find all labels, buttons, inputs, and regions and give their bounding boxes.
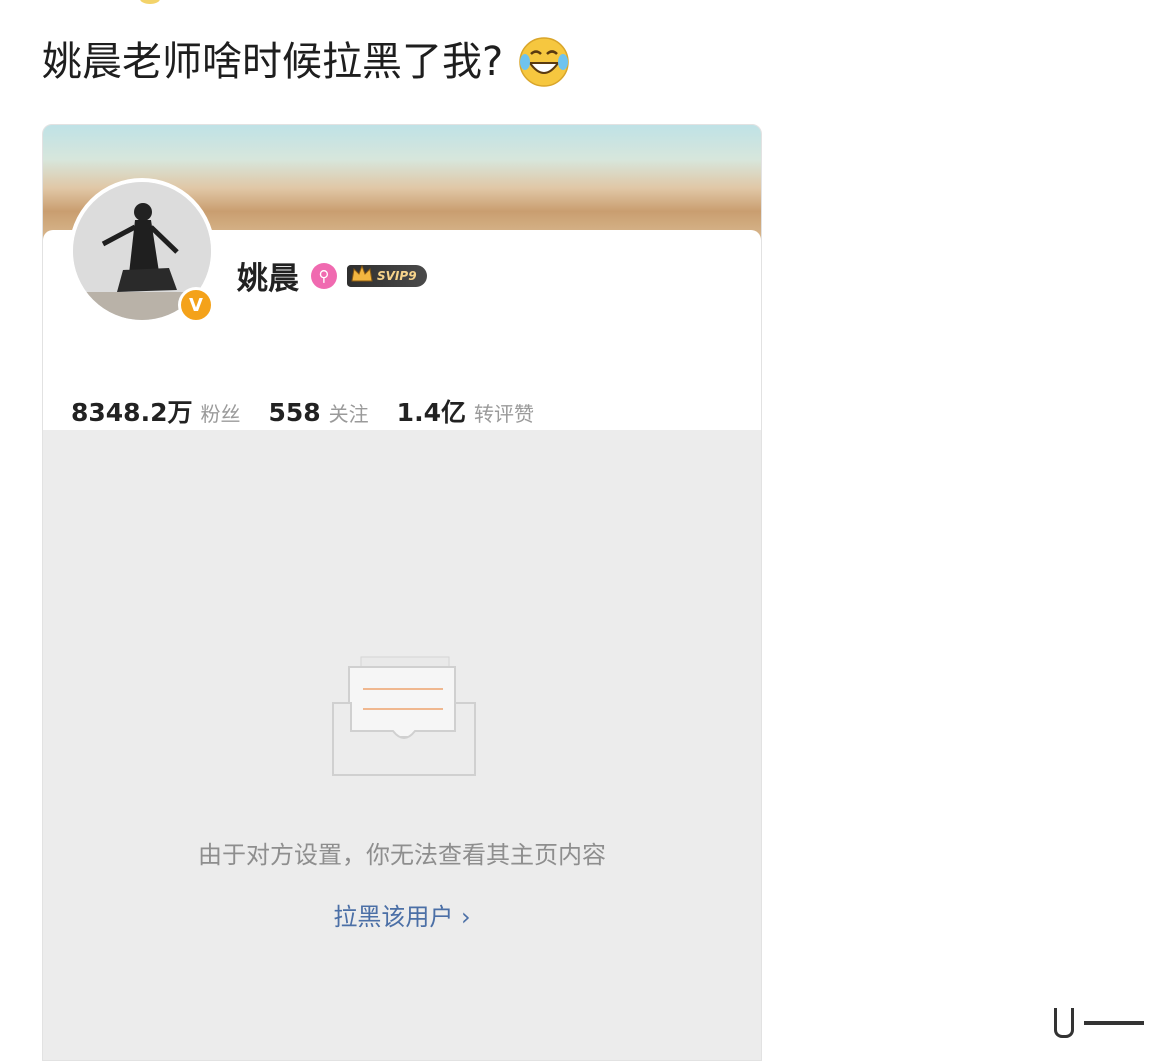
followers-count[interactable]: 8348.2万: [71, 393, 192, 429]
laughing-tears-icon: [519, 37, 569, 87]
following-count[interactable]: 558: [268, 398, 320, 427]
watermark-bar: [1084, 1021, 1144, 1025]
crown-icon: [351, 264, 373, 281]
block-user-link[interactable]: 拉黑该用户 ›: [43, 897, 761, 932]
blocked-message: 由于对方设置，你无法查看其主页内容: [198, 841, 606, 869]
followers-label[interactable]: 粉丝: [200, 398, 240, 427]
following-label[interactable]: 关注: [329, 398, 369, 427]
watermark-mark-icon: [1054, 1008, 1074, 1038]
search-badge-icon[interactable]: ⚲: [311, 262, 337, 289]
profile-name: 姚晨: [237, 261, 299, 297]
empty-inbox-icon: [332, 656, 476, 776]
post-text-content: 姚晨老师啥时候拉黑了我?: [42, 39, 504, 85]
engagement-label: 转评赞: [473, 402, 534, 426]
svip-badge[interactable]: SVIP9: [347, 264, 427, 287]
emoji-fragment: [140, 0, 160, 4]
profile-stats: 8348.2万 粉丝 558 关注 1.4亿 转评赞: [71, 393, 562, 429]
verified-v-icon: V: [178, 287, 214, 323]
engagement-count: 1.4亿: [396, 398, 466, 427]
post-text: 姚晨老师啥时候拉黑了我?: [42, 34, 571, 90]
profile-name-row: 姚晨 ⚲ SVIP9: [237, 253, 427, 298]
watermark: [900, 1006, 1144, 1040]
svip-label: SVIP9: [377, 268, 417, 283]
profile-screenshot: V 姚晨 ⚲ SVIP9 8348.2万 粉丝 558 关注 1.4亿 转评赞 …: [42, 124, 762, 1061]
